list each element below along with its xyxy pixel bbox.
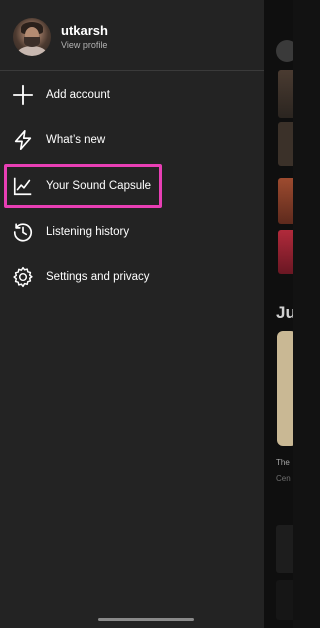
home-indicator[interactable]: [98, 618, 194, 621]
highlight-box: [4, 164, 162, 208]
menu-item-label: Listening history: [46, 226, 130, 238]
side-drawer: utkarsh View profile Add account What’s …: [0, 0, 264, 628]
menu-item-label: What’s new: [46, 134, 106, 146]
background-card: [278, 178, 293, 224]
menu-item-add-account[interactable]: Add account: [0, 75, 264, 115]
view-profile-link[interactable]: View profile: [61, 39, 108, 51]
gear-icon: [12, 266, 34, 288]
profile-header[interactable]: utkarsh View profile: [13, 18, 108, 56]
divider: [0, 70, 264, 71]
background-avatar: [276, 40, 293, 62]
background-home-view[interactable]: Ju The Cen: [264, 0, 293, 628]
background-card: [278, 122, 293, 166]
menu-item-label: Settings and privacy: [46, 271, 150, 283]
background-card-title: The: [276, 458, 290, 467]
screen: Ju The Cen utkarsh View profile Add acco…: [0, 0, 293, 628]
plus-icon: [12, 84, 34, 106]
menu-item-settings-privacy[interactable]: Settings and privacy: [0, 257, 264, 297]
background-card: [278, 230, 293, 274]
menu-item-listening-history[interactable]: Listening history: [0, 212, 264, 252]
profile-text: utkarsh View profile: [61, 23, 108, 51]
background-card: [276, 580, 293, 620]
menu-item-whats-new[interactable]: What’s new: [0, 120, 264, 160]
background-section-heading: Ju: [276, 303, 293, 322]
lightning-icon: [12, 129, 34, 151]
background-card: [278, 70, 293, 118]
menu-item-label: Add account: [46, 89, 110, 101]
avatar[interactable]: [13, 18, 51, 56]
background-card: [276, 525, 293, 573]
background-album-card: [277, 331, 293, 446]
background-card-subtitle: Cen: [276, 474, 291, 483]
username: utkarsh: [61, 23, 108, 38]
history-clock-icon: [12, 221, 34, 243]
